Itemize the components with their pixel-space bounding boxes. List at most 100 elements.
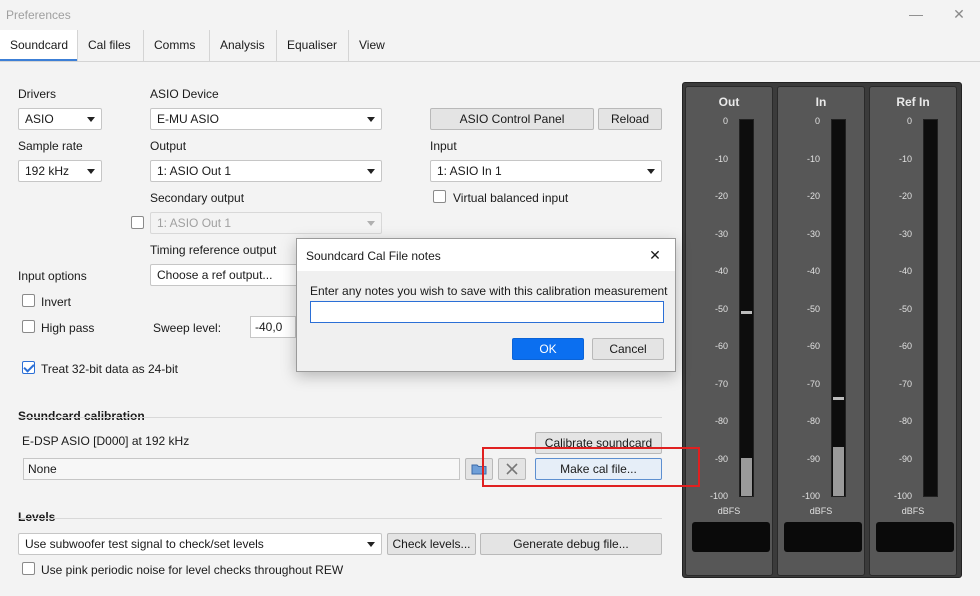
- tab-equaliser[interactable]: Equaliser: [277, 30, 349, 61]
- meter-scale-label: -30: [714, 228, 728, 239]
- dialog-close-button[interactable]: ✕: [643, 245, 667, 265]
- meter-scale-label: -30: [806, 228, 820, 239]
- meter-scale-label: -40: [714, 266, 728, 276]
- highlight-annotation: [482, 447, 700, 487]
- chevron-down-icon: [87, 169, 95, 174]
- ok-button[interactable]: OK: [512, 338, 584, 360]
- meter-scale-label: -30: [898, 228, 912, 239]
- minimize-button[interactable]: —: [902, 2, 930, 26]
- meter-scale-label: -80: [806, 416, 820, 426]
- chevron-down-icon: [367, 169, 375, 174]
- close-window-button[interactable]: ✕: [945, 2, 973, 26]
- meter-readout: [692, 522, 770, 552]
- tab-cal-files[interactable]: Cal files: [78, 30, 144, 61]
- meter-scale-label: -10: [806, 153, 820, 164]
- meter-level-fill: [833, 447, 844, 496]
- cancel-button[interactable]: Cancel: [592, 338, 664, 360]
- pink-noise-checkbox[interactable]: [22, 562, 35, 575]
- window-title: Preferences: [6, 8, 71, 22]
- meter-scale-label: -10: [714, 153, 728, 164]
- meter-scale-label: -100: [893, 491, 912, 501]
- meter-scale-label: -50: [714, 303, 728, 314]
- secondary-output-select: 1: ASIO Out 1: [150, 212, 382, 234]
- meter-scale-label: -80: [898, 416, 912, 426]
- meter-scale-label: -80: [714, 416, 728, 426]
- output-select[interactable]: 1: ASIO Out 1: [150, 160, 382, 182]
- high-pass-checkbox[interactable]: [22, 320, 35, 333]
- meter-scale-label: 0: [906, 116, 912, 126]
- meter-scale-label: -100: [709, 491, 728, 501]
- drivers-label: Drivers: [18, 87, 56, 101]
- meter-scale-label: -60: [714, 341, 728, 351]
- secondary-output-value: 1: ASIO Out 1: [157, 216, 232, 230]
- check-levels-button[interactable]: Check levels...: [387, 533, 476, 555]
- sweep-level-label: Sweep level:: [153, 321, 222, 335]
- asio-device-value: E-MU ASIO: [157, 112, 220, 126]
- tab-bar: Soundcard Cal files Comms Analysis Equal…: [0, 30, 980, 62]
- levels-section-title: Levels: [18, 510, 56, 524]
- chevron-down-icon: [647, 169, 655, 174]
- chevron-down-icon: [367, 542, 375, 547]
- notes-input[interactable]: [310, 301, 664, 323]
- virtual-balanced-label: Virtual balanced input: [453, 191, 569, 205]
- sample-rate-value: 192 kHz: [25, 164, 70, 178]
- virtual-balanced-checkbox[interactable]: [433, 190, 446, 203]
- input-label: Input: [430, 139, 457, 153]
- meter-scale-label: -70: [714, 378, 728, 389]
- meter-in: In 0 -10 -20 -30 -40 -50 -60 -70 -80 -90 -100 dBFS: [777, 86, 865, 576]
- meter-title: In: [815, 95, 827, 109]
- input-options-label: Input options: [18, 269, 87, 283]
- meter-scale-label: -90: [898, 453, 912, 464]
- meter-unit: dBFS: [809, 506, 833, 516]
- meter-bar: [739, 119, 754, 497]
- meter-scale-label: -20: [806, 191, 820, 201]
- reload-button[interactable]: Reload: [598, 108, 662, 130]
- asio-control-panel-button[interactable]: ASIO Control Panel: [430, 108, 594, 130]
- drivers-value: ASIO: [25, 112, 54, 126]
- secondary-output-label: Secondary output: [150, 191, 245, 205]
- meter-title: Out: [718, 95, 740, 109]
- meter-level-fill: [741, 458, 752, 496]
- tab-view[interactable]: View: [349, 30, 399, 61]
- input-select[interactable]: 1: ASIO In 1: [430, 160, 662, 182]
- meter-scale-label: -90: [806, 453, 820, 464]
- dialog-prompt: Enter any notes you wish to save with th…: [310, 284, 668, 298]
- chevron-down-icon: [367, 117, 375, 122]
- cal-file-field[interactable]: None: [23, 458, 460, 480]
- invert-label: Invert: [41, 295, 72, 309]
- treat-32bit-checkbox[interactable]: [22, 361, 35, 374]
- sweep-level-input[interactable]: -40,0: [250, 316, 296, 338]
- secondary-output-checkbox[interactable]: [131, 216, 144, 229]
- tab-analysis[interactable]: Analysis: [210, 30, 277, 61]
- meter-scale-label: -60: [806, 341, 820, 351]
- meter-peak-marker: [741, 310, 752, 314]
- meter-readout: [876, 522, 954, 552]
- tab-soundcard[interactable]: Soundcard: [0, 30, 78, 61]
- meter-scale-label: -20: [898, 191, 912, 201]
- meter-scale-label: -20: [714, 191, 728, 201]
- tab-comms[interactable]: Comms: [144, 30, 210, 61]
- asio-device-label: ASIO Device: [150, 87, 219, 101]
- invert-checkbox[interactable]: [22, 294, 35, 307]
- meter-scale-label: -70: [898, 378, 912, 389]
- generate-debug-button[interactable]: Generate debug file...: [480, 533, 662, 555]
- levels-mode-select[interactable]: Use subwoofer test signal to check/set l…: [18, 533, 382, 555]
- sample-rate-label: Sample rate: [18, 139, 83, 153]
- asio-device-select[interactable]: E-MU ASIO: [150, 108, 382, 130]
- meter-scale-label: 0: [814, 116, 820, 126]
- timing-ref-label: Timing reference output: [150, 243, 277, 257]
- meter-readout: [784, 522, 862, 552]
- sample-rate-select[interactable]: 192 kHz: [18, 160, 102, 182]
- meter-unit: dBFS: [717, 506, 741, 516]
- drivers-select[interactable]: ASIO: [18, 108, 102, 130]
- levels-divider: [18, 518, 662, 519]
- meter-scale-label: -70: [806, 378, 820, 389]
- meter-bar: [923, 119, 938, 497]
- chevron-down-icon: [87, 117, 95, 122]
- meter-out: Out 0 -10 -20 -30 -40 -50 -60 -70 -80 -90 -100 dBF…: [685, 86, 773, 576]
- output-value: 1: ASIO Out 1: [157, 164, 232, 178]
- meter-scale-label: -50: [898, 303, 912, 314]
- levels-mode-value: Use subwoofer test signal to check/set l…: [25, 537, 264, 551]
- calibration-section-title: Soundcard calibration: [18, 409, 145, 423]
- timing-ref-select[interactable]: Choose a ref output...: [150, 264, 310, 286]
